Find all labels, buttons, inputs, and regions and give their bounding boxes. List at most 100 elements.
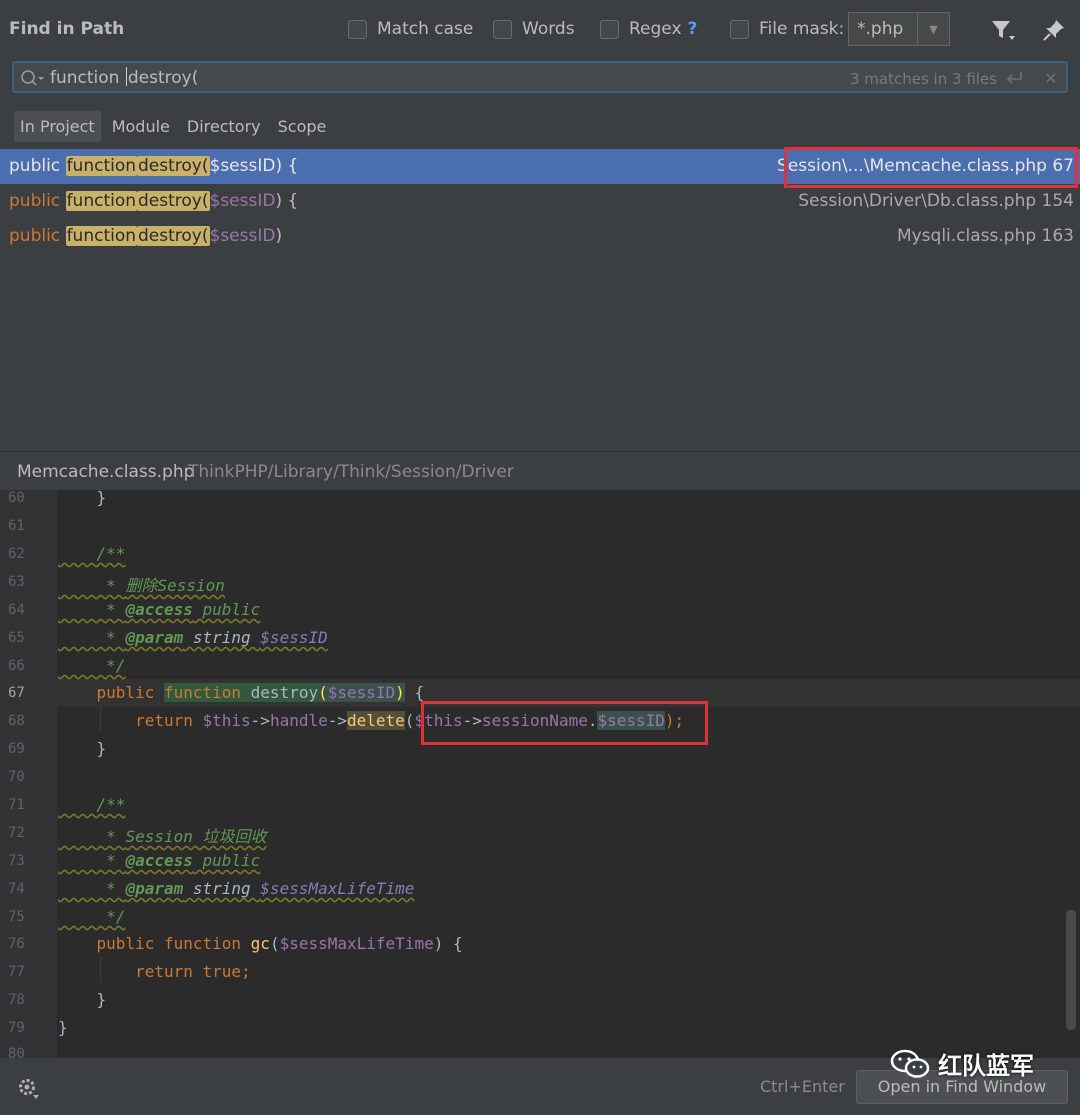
result-row[interactable]: public function destroy($sessID) { Sessio…: [0, 184, 1080, 219]
code-keyword: return: [58, 962, 203, 981]
regex-help-icon[interactable]: ?: [688, 19, 698, 39]
filter-icon[interactable]: [990, 18, 1016, 42]
line-number: 65: [8, 630, 25, 646]
doc-comment: * @param string $sessMaxLifeTime: [58, 879, 414, 898]
comment-text: Session 垃圾回收: [125, 827, 267, 846]
line-number: 71: [8, 797, 25, 813]
regex-option[interactable]: Regex ?: [600, 19, 697, 39]
pin-icon[interactable]: [1041, 17, 1067, 43]
words-option[interactable]: Words: [493, 19, 575, 39]
comment-var: $sessMaxLifeTime: [260, 879, 415, 898]
code-keyword: public: [58, 683, 164, 702]
line-number: 68: [8, 713, 25, 729]
code-line: */: [58, 907, 125, 926]
result-match-function: function: [65, 156, 138, 176]
code-keyword: function: [163, 934, 251, 953]
code-line: }: [58, 1018, 68, 1037]
match-case-option[interactable]: Match case: [348, 19, 473, 39]
comment-type: string: [183, 879, 261, 898]
code-keyword: return: [58, 711, 203, 730]
code-paren: (: [269, 934, 280, 953]
line-number: 76: [8, 936, 25, 952]
newline-icon[interactable]: [1004, 69, 1024, 87]
code-arrow: ->: [250, 711, 270, 730]
line-number: 67: [8, 685, 25, 701]
line-number: 74: [8, 881, 25, 897]
result-keyword: public: [9, 156, 66, 176]
result-var: $sessID: [209, 226, 276, 246]
line-number: 75: [8, 909, 25, 925]
doc-comment: */: [58, 656, 126, 675]
annotation-box-path: [784, 147, 1078, 188]
result-row[interactable]: public function destroy($sessID) Mysqli.c…: [0, 219, 1080, 254]
code-line: }: [58, 990, 107, 1009]
watermark: 红队蓝军: [890, 1046, 1034, 1081]
comment-star: *: [58, 879, 126, 898]
code-line: * @param string $sessMaxLifeTime: [58, 879, 414, 898]
code-paren: (: [318, 683, 328, 702]
line-number: 80: [8, 1046, 25, 1058]
file-mask-checkbox[interactable]: [730, 19, 749, 39]
result-code: public function destroy($sessID) {: [9, 156, 298, 176]
comment-text: 删除Session: [125, 576, 225, 595]
wechat-icon: [890, 1049, 930, 1078]
doc-tag: @param: [125, 628, 184, 647]
close-icon[interactable]: ✕: [1044, 69, 1057, 88]
comment-star: *: [58, 628, 126, 647]
code-line: /**: [58, 795, 126, 814]
regex-checkbox[interactable]: [600, 19, 619, 39]
code-line: }: [58, 490, 107, 507]
code-keyword: public: [58, 934, 164, 953]
tab-in-project[interactable]: In Project: [14, 111, 101, 142]
chevron-down-icon[interactable]: ▼: [917, 13, 949, 45]
doc-tag: @access: [125, 600, 193, 619]
annotation-box-code: [421, 701, 708, 745]
code-preview[interactable]: 60 61 62 63 64 65 66 67 68 69 70 71 72 7…: [0, 490, 1080, 1058]
preview-file-name: Memcache.class.php: [17, 462, 195, 482]
tab-module[interactable]: Module: [106, 111, 176, 142]
result-var: $sessID: [209, 191, 276, 211]
doc-comment: /**: [58, 544, 126, 563]
code-brace: {: [404, 683, 425, 702]
result-suffix: ): [275, 226, 283, 246]
line-number: 66: [8, 658, 25, 674]
doc-comment: * @access public: [58, 851, 260, 870]
comment-star: *: [58, 576, 126, 595]
comment-star: *: [58, 827, 126, 846]
search-query-before: function: [50, 68, 125, 88]
code-line: * 删除Session: [58, 572, 225, 596]
editor-scrollbar[interactable]: [1066, 910, 1076, 1030]
result-var: $sessID: [209, 156, 276, 176]
result-match-destroy: destroy(: [137, 191, 210, 211]
search-query-after: destroy(: [127, 68, 199, 88]
line-number: 61: [8, 518, 25, 534]
line-number: 79: [8, 1020, 25, 1036]
find-header: Find in Path Match case Words Regex ? Fi…: [0, 0, 1080, 60]
result-keyword: public: [9, 191, 66, 211]
doc-comment: * @access public: [58, 600, 260, 619]
code-var: $sessMaxLifeTime: [279, 934, 434, 953]
result-code: public function destroy($sessID): [9, 226, 282, 246]
comment-type: string: [183, 628, 261, 647]
file-mask-dropdown[interactable]: *.php ▼: [848, 12, 950, 46]
doc-comment: * @param string $sessID: [58, 628, 328, 647]
file-mask-value[interactable]: *.php: [849, 13, 917, 45]
search-input[interactable]: function destroy(: [50, 67, 198, 88]
result-keyword: public: [9, 226, 66, 246]
search-icon[interactable]: [20, 69, 46, 87]
search-field[interactable]: function destroy( 3 matches in 3 files ✕: [12, 61, 1068, 93]
code-line: * @access public: [58, 600, 260, 619]
gear-icon[interactable]: [16, 1076, 40, 1100]
line-number: 60: [8, 490, 25, 506]
result-path: Mysqli.class.php 163: [896, 226, 1074, 246]
tab-scope[interactable]: Scope: [272, 111, 333, 142]
comment-var: $sessID: [260, 628, 328, 647]
result-match-function: function: [65, 191, 138, 211]
code-line: * @access public: [58, 851, 260, 870]
words-checkbox[interactable]: [493, 19, 512, 39]
code-var: $sessID: [327, 683, 396, 702]
line-number: 70: [8, 769, 25, 785]
file-mask-option[interactable]: File mask:: [730, 19, 844, 39]
match-case-checkbox[interactable]: [348, 19, 367, 39]
tab-directory[interactable]: Directory: [181, 111, 267, 142]
